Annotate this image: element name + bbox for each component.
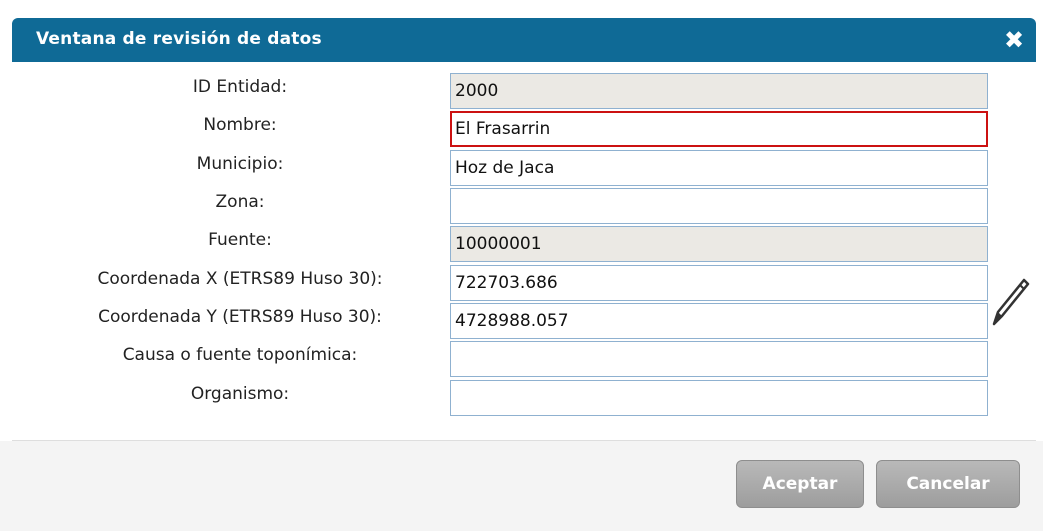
cancel-button[interactable]: Cancelar: [876, 460, 1020, 508]
row-municipio: Municipio: Hoz de Jaca: [0, 150, 1043, 186]
row-organismo: Organismo:: [0, 380, 1043, 416]
row-coord-y: Coordenada Y (ETRS89 Huso 30): 4728988.0…: [0, 303, 1043, 339]
accept-button[interactable]: Aceptar: [736, 460, 864, 508]
label-municipio: Municipio:: [196, 154, 284, 174]
pencil-icon[interactable]: [990, 268, 1030, 328]
coord-x-field[interactable]: 722703.686: [450, 265, 988, 301]
label-coord-y: Coordenada Y (ETRS89 Huso 30):: [98, 307, 382, 327]
label-coord-x: Coordenada X (ETRS89 Huso 30):: [97, 269, 383, 289]
dialog-title: Ventana de revisión de datos: [36, 29, 322, 49]
row-zona: Zona:: [0, 188, 1043, 224]
label-organismo: Organismo:: [190, 384, 290, 404]
causa-field[interactable]: [450, 341, 988, 377]
nombre-field[interactable]: El Frasarrin: [450, 111, 988, 147]
label-causa: Causa o fuente toponímica:: [122, 345, 358, 365]
organismo-field[interactable]: [450, 380, 988, 416]
municipio-field[interactable]: Hoz de Jaca: [450, 150, 988, 186]
coord-y-field[interactable]: 4728988.057: [450, 303, 988, 339]
fuente-field[interactable]: 10000001: [450, 226, 988, 262]
row-nombre: Nombre: El Frasarrin: [0, 111, 1043, 147]
review-dialog: Ventana de revisión de datos ✖ ID Entida…: [0, 0, 1043, 531]
zona-field[interactable]: [450, 188, 988, 224]
row-fuente: Fuente: 10000001: [0, 226, 1043, 262]
row-coord-x: Coordenada X (ETRS89 Huso 30): 722703.68…: [0, 265, 1043, 301]
row-id-entidad: ID Entidad: 2000: [0, 73, 1043, 109]
label-fuente: Fuente:: [208, 230, 272, 250]
dialog-titlebar[interactable]: Ventana de revisión de datos ✖: [12, 18, 1036, 62]
close-icon[interactable]: ✖: [1002, 28, 1026, 52]
row-causa: Causa o fuente toponímica:: [0, 341, 1043, 377]
label-id-entidad: ID Entidad:: [192, 77, 288, 97]
label-nombre: Nombre:: [203, 115, 277, 135]
id-entidad-field[interactable]: 2000: [450, 73, 988, 109]
label-zona: Zona:: [215, 192, 265, 212]
